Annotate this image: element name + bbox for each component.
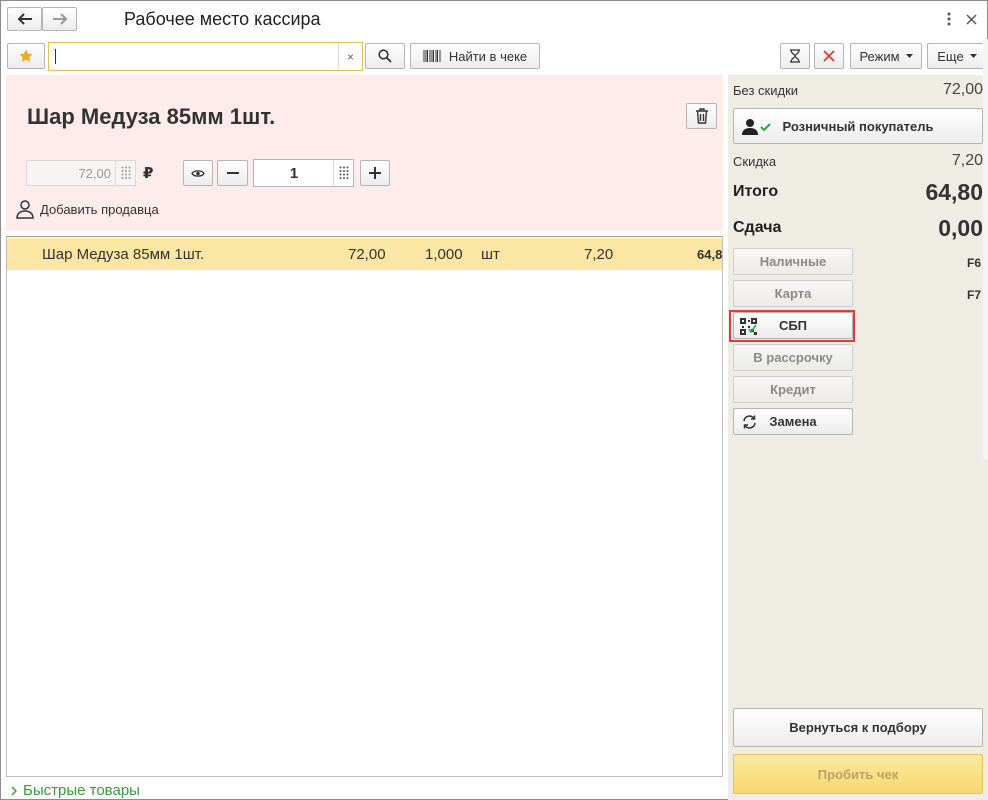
chevron-right-icon <box>11 786 17 796</box>
keypad-icon <box>121 166 131 180</box>
decrease-quantity-button[interactable] <box>217 160 248 186</box>
replace-button[interactable]: Замена <box>733 408 853 435</box>
window-title: Рабочее место кассира <box>124 9 321 29</box>
plus-icon <box>369 167 381 179</box>
refresh-icon <box>742 415 757 429</box>
vertical-scrollbar[interactable] <box>983 39 988 459</box>
table-row[interactable]: Шар Медуза 85мм 1шт. 72,00 1,000 шт 7,20… <box>7 238 722 270</box>
change-value: 0,00 <box>938 215 983 241</box>
forward-button[interactable] <box>42 7 77 31</box>
favorites-button[interactable] <box>7 43 45 69</box>
discount-label: Скидка <box>733 154 777 169</box>
search-icon <box>378 49 392 63</box>
quantity-calculator-button[interactable] <box>333 160 353 186</box>
customer-button[interactable]: Розничный покупатель <box>733 108 983 144</box>
cancel-check-button[interactable] <box>814 43 844 69</box>
row-unit: шт <box>481 246 500 263</box>
without-discount-label: Без скидки <box>733 83 799 98</box>
find-in-check-button[interactable]: Найти в чеке <box>410 43 540 69</box>
more-label: Еще <box>937 48 964 64</box>
search-button[interactable] <box>365 43 405 69</box>
discount-value: 7,20 <box>951 152 983 169</box>
back-button[interactable] <box>7 7 42 31</box>
minus-icon <box>226 172 239 174</box>
arrow-right-icon <box>52 13 68 25</box>
person-icon <box>15 199 35 219</box>
without-discount-value: 72,00 <box>942 81 983 98</box>
more-button[interactable]: Еще <box>927 43 987 69</box>
eye-icon <box>191 169 205 178</box>
row-price: 72,00 <box>348 246 386 263</box>
currency-symbol: ₽ <box>143 165 154 182</box>
row-name: Шар Медуза 85мм 1шт. <box>42 246 205 263</box>
total-value: 64,80 <box>925 179 983 205</box>
sbp-highlight-frame <box>729 310 855 342</box>
change-label: Сдача <box>733 219 782 236</box>
product-title: Шар Медуза 85мм 1шт. <box>27 104 276 129</box>
search-caret <box>55 49 56 64</box>
fast-goods-label: Быстрые товары <box>23 782 140 799</box>
row-sum: 64,8 <box>697 247 723 262</box>
view-button[interactable] <box>183 160 213 186</box>
delete-button[interactable] <box>686 103 717 129</box>
arrow-left-icon <box>17 13 33 25</box>
close-icon[interactable] <box>963 11 979 27</box>
card-hotkey: F7 <box>967 288 982 302</box>
cash-hotkey: F6 <box>967 256 982 270</box>
quantity-field[interactable]: 1 <box>253 159 354 187</box>
keypad-icon <box>339 166 349 180</box>
replace-label: Замена <box>769 414 817 429</box>
row-quantity: 1,000 <box>425 246 463 263</box>
history-button[interactable] <box>780 43 810 69</box>
search-clear-button[interactable]: × <box>338 43 362 70</box>
calculator-button[interactable] <box>115 161 135 185</box>
check-table[interactable]: Шар Медуза 85мм 1шт. 72,00 1,000 шт 7,20… <box>6 236 723 777</box>
price-value: 72,00 <box>78 166 111 181</box>
hourglass-icon <box>789 49 801 63</box>
trash-icon <box>695 108 709 124</box>
barcode-icon <box>423 50 441 62</box>
star-icon <box>19 49 33 63</box>
more-vertical-icon[interactable] <box>943 11 955 27</box>
window-frame: Рабочее место кассира × Найти в чеке Реж… <box>0 0 988 800</box>
pay-installment-button[interactable]: В рассрочку <box>733 344 853 371</box>
fast-goods-toggle[interactable]: Быстрые товары <box>11 782 140 799</box>
search-input[interactable]: × <box>48 42 363 71</box>
quantity-value: 1 <box>289 165 299 182</box>
customer-label: Розничный покупатель <box>782 118 934 134</box>
return-to-selection-button[interactable]: Вернуться к подбору <box>733 708 983 747</box>
caret-down-icon <box>969 54 977 58</box>
punch-check-button[interactable]: Пробить чек <box>733 754 983 794</box>
add-seller-label: Добавить продавца <box>40 201 159 217</box>
total-label: Итого <box>733 183 779 200</box>
row-discount: 7,20 <box>584 246 614 263</box>
customer-check-icon <box>741 118 771 136</box>
increase-quantity-button[interactable] <box>360 160 390 186</box>
caret-down-icon <box>905 54 913 58</box>
red-cross-icon <box>823 50 835 62</box>
add-seller-link[interactable]: Добавить продавца <box>15 199 159 219</box>
mode-button[interactable]: Режим <box>850 43 922 69</box>
pay-cash-button[interactable]: Наличные <box>733 248 853 275</box>
mode-label: Режим <box>859 48 900 64</box>
find-in-check-label: Найти в чеке <box>448 48 528 64</box>
pay-credit-button[interactable]: Кредит <box>733 376 853 403</box>
pay-card-button[interactable]: Карта <box>733 280 853 307</box>
price-field[interactable]: 72,00 <box>26 160 136 186</box>
